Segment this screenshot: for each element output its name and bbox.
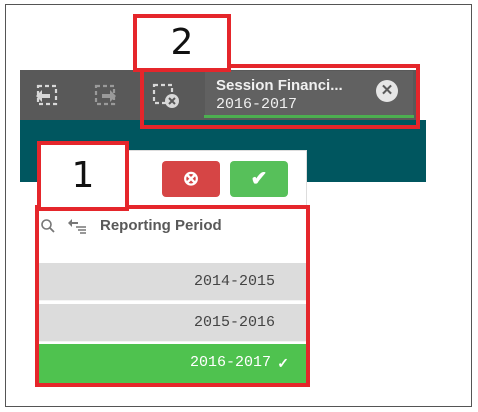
step-forward-icon[interactable] <box>90 82 120 110</box>
step-back-icon[interactable] <box>32 82 62 110</box>
callout-1-box: 1 <box>37 141 129 211</box>
check-icon: ✔ <box>250 168 268 190</box>
x-circle-icon: ⊗ <box>182 168 200 190</box>
callout-1-outline <box>35 205 310 387</box>
callout-2-outline <box>140 64 420 129</box>
callout-1-label: 1 <box>71 155 95 196</box>
confirm-selection-button[interactable]: ✔ <box>230 161 288 197</box>
cancel-selection-button[interactable]: ⊗ <box>162 161 220 197</box>
callout-2-box: 2 <box>133 14 231 72</box>
callout-2-label: 2 <box>170 22 194 63</box>
